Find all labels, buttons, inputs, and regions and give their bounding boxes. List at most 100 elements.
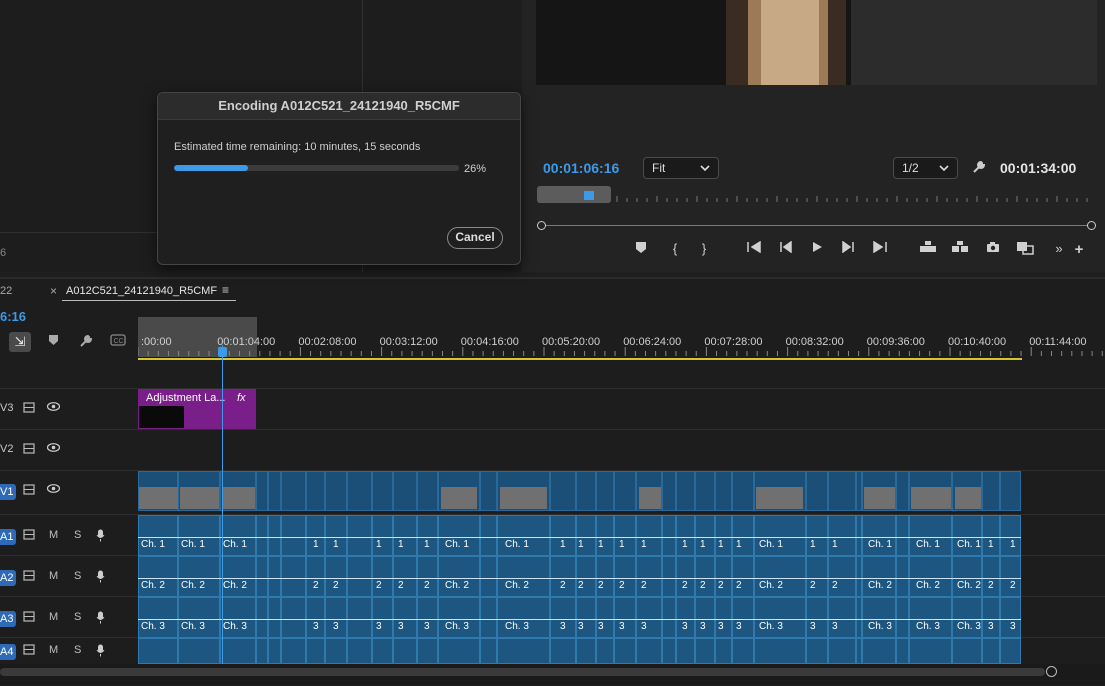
video-clip[interactable]	[306, 471, 325, 511]
microphone-icon[interactable]	[96, 611, 105, 627]
audio-clip[interactable]	[676, 638, 695, 664]
add-button-icon[interactable]: +	[1070, 241, 1088, 258]
audio-clip[interactable]	[497, 638, 550, 664]
audio-clip[interactable]	[325, 638, 347, 664]
audio-clip[interactable]	[417, 638, 438, 664]
monitor-scrub-bar[interactable]	[542, 225, 1092, 226]
audio-clip[interactable]	[347, 638, 372, 664]
mute-button[interactable]: M	[49, 570, 58, 582]
comparison-view-icon[interactable]	[1015, 241, 1035, 258]
audio-clip[interactable]	[952, 638, 982, 664]
playhead-handle[interactable]	[218, 347, 227, 357]
audio-clip[interactable]	[480, 638, 497, 664]
audio-clip[interactable]	[732, 638, 754, 664]
audio-clip[interactable]	[393, 597, 417, 638]
audio-clip[interactable]	[896, 597, 909, 638]
audio-clip[interactable]	[896, 556, 909, 597]
track-name[interactable]: A3	[0, 610, 17, 627]
audio-clip[interactable]	[268, 638, 281, 664]
audio-clip[interactable]	[281, 515, 306, 556]
eye-icon[interactable]	[46, 443, 61, 455]
eye-icon[interactable]	[46, 402, 61, 414]
add-marker-icon[interactable]	[632, 241, 650, 257]
scrub-start-handle[interactable]	[537, 221, 546, 230]
audio-clip[interactable]	[1000, 638, 1021, 664]
audio-clip[interactable]	[715, 638, 732, 664]
lift-icon[interactable]	[918, 241, 938, 256]
sync-lock-icon[interactable]	[23, 610, 35, 625]
settings-wrench-icon[interactable]	[972, 160, 986, 177]
audio-clip[interactable]	[256, 638, 268, 664]
audio-clip[interactable]	[281, 556, 306, 597]
audio-clip[interactable]	[596, 638, 614, 664]
audio-clip[interactable]	[614, 515, 636, 556]
audio-clip[interactable]	[393, 638, 417, 664]
video-clip[interactable]	[896, 471, 909, 511]
video-clip[interactable]	[662, 471, 676, 511]
timeline-marker-icon[interactable]	[48, 334, 59, 349]
audio-clip[interactable]	[636, 515, 662, 556]
sync-lock-icon[interactable]	[23, 644, 35, 658]
mute-button[interactable]: M	[49, 611, 58, 623]
audio-clip[interactable]	[636, 638, 662, 664]
mark-out-icon[interactable]: }	[695, 241, 713, 256]
audio-clip[interactable]	[347, 515, 372, 556]
extract-icon[interactable]	[950, 241, 970, 256]
video-clip[interactable]	[281, 471, 306, 511]
video-clip[interactable]	[550, 471, 576, 511]
scrollbar-zoom-handle[interactable]	[1046, 666, 1057, 677]
audio-clip[interactable]	[281, 597, 306, 638]
mute-button[interactable]: M	[49, 529, 58, 541]
solo-button[interactable]: S	[74, 644, 81, 656]
audio-clip[interactable]	[614, 638, 636, 664]
audio-clip[interactable]	[754, 638, 806, 664]
snap-tool-icon[interactable]: ⇲	[9, 332, 31, 352]
sequence-tab[interactable]: A012C521_24121940_R5CMF	[66, 285, 217, 297]
audio-clip[interactable]	[393, 515, 417, 556]
audio-clip[interactable]	[695, 638, 715, 664]
sync-lock-icon[interactable]	[23, 402, 35, 416]
more-chevron-icon[interactable]: »	[1050, 241, 1068, 256]
audio-clip[interactable]	[268, 556, 281, 597]
video-clip[interactable]	[576, 471, 596, 511]
timeline-timecode[interactable]: 6:16	[0, 309, 26, 324]
audio-clip[interactable]	[268, 515, 281, 556]
track-name[interactable]: A2	[0, 569, 17, 586]
scrub-end-handle[interactable]	[1087, 221, 1096, 230]
audio-clip[interactable]	[480, 597, 497, 638]
current-timecode[interactable]: 00:01:06:16	[543, 160, 619, 176]
video-clip[interactable]	[828, 471, 856, 511]
monitor-zoom-bar[interactable]	[537, 186, 611, 203]
resolution-dropdown[interactable]: 1/2	[893, 157, 958, 179]
audio-clip[interactable]	[372, 638, 393, 664]
audio-clip[interactable]	[636, 556, 662, 597]
audio-clip[interactable]	[550, 638, 576, 664]
audio-clip[interactable]	[806, 638, 828, 664]
audio-clip[interactable]	[268, 597, 281, 638]
camera-icon[interactable]	[984, 241, 1002, 256]
audio-clip[interactable]	[138, 638, 178, 664]
video-preview[interactable]	[536, 0, 1097, 85]
mute-button[interactable]: M	[49, 644, 58, 656]
sync-lock-icon[interactable]	[23, 569, 35, 584]
play-icon[interactable]	[808, 241, 826, 256]
track-name[interactable]: V2	[0, 443, 13, 455]
timeline-settings-wrench-icon[interactable]	[79, 334, 93, 351]
solo-button[interactable]: S	[74, 529, 81, 541]
video-clip[interactable]	[596, 471, 614, 511]
audio-clip[interactable]	[281, 638, 306, 664]
close-tab-icon[interactable]: ×	[50, 284, 57, 298]
audio-clip[interactable]	[576, 638, 596, 664]
video-clip[interactable]	[982, 471, 1000, 511]
mark-in-icon[interactable]: {	[666, 241, 684, 256]
go-to-in-icon[interactable]	[745, 240, 763, 256]
audio-clip[interactable]	[256, 597, 268, 638]
audio-clip[interactable]	[347, 597, 372, 638]
audio-clip[interactable]	[982, 638, 1000, 664]
solo-button[interactable]: S	[74, 611, 81, 623]
video-clip[interactable]	[614, 471, 636, 511]
timeline-playhead[interactable]	[222, 345, 223, 665]
microphone-icon[interactable]	[96, 570, 105, 586]
audio-clip[interactable]	[896, 515, 909, 556]
video-clip[interactable]	[732, 471, 754, 511]
